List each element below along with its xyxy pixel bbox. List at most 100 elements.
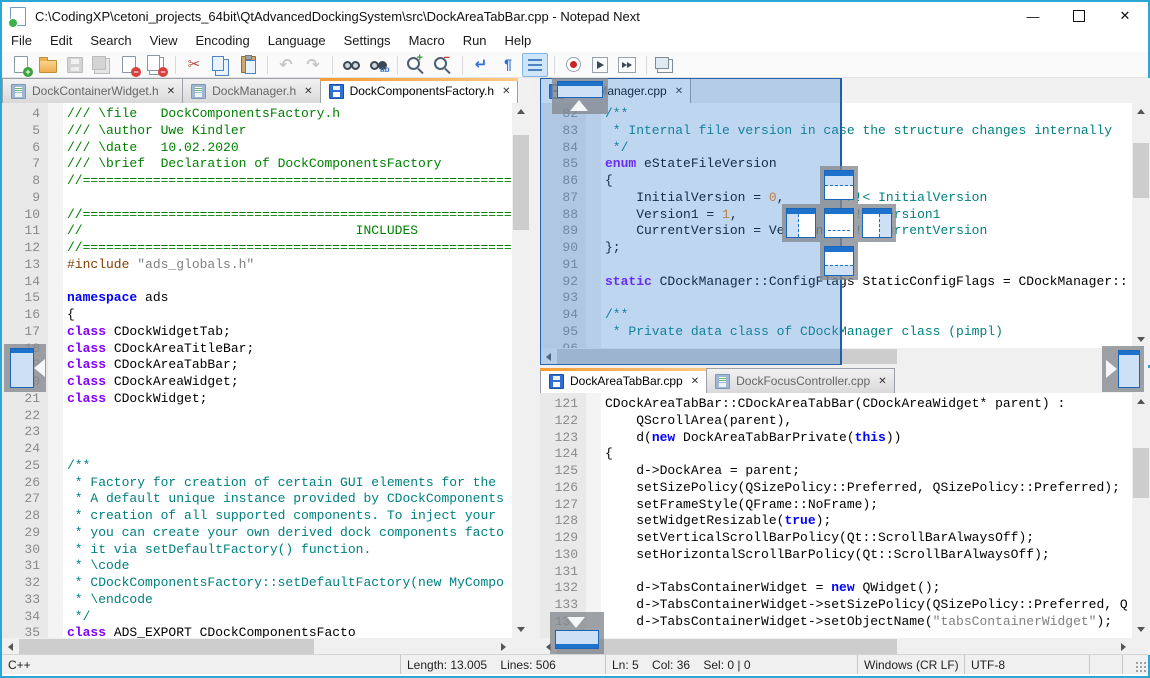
save-copy-as-button[interactable] [89, 53, 115, 77]
close-button[interactable]: ✕ [1102, 2, 1148, 30]
fold-collapse-icon[interactable]: − [50, 310, 61, 321]
menu-macro[interactable]: Macro [400, 30, 454, 52]
macro-run-multiple-button[interactable] [614, 53, 640, 77]
show-indent-guide-button[interactable] [522, 53, 548, 77]
paste-button[interactable] [235, 53, 261, 77]
scroll-down-arrow[interactable] [1132, 621, 1149, 638]
scrollbar-thumb[interactable] [19, 639, 314, 654]
status-extra [1089, 655, 1122, 674]
fold-line [55, 625, 56, 638]
drop-center-indicator[interactable] [824, 208, 854, 238]
save-file-button[interactable] [62, 53, 88, 77]
tab-dockcomponentsfactory-h[interactable]: DockComponentsFactory.h✕ [320, 78, 519, 103]
line-number: 4 [2, 106, 48, 123]
code-editor-left[interactable]: 4/// \file DockComponentsFactory.h5/// \… [2, 103, 512, 638]
vertical-scrollbar-top-right[interactable] [1132, 103, 1150, 348]
find-button[interactable] [338, 53, 364, 77]
scroll-left-arrow[interactable] [2, 638, 19, 655]
cut-button[interactable] [181, 53, 207, 77]
scroll-up-arrow[interactable] [1132, 393, 1149, 410]
fold-line [55, 441, 56, 458]
macro-record-button[interactable] [560, 53, 586, 77]
scrollbar-thumb[interactable] [1133, 448, 1149, 498]
drop-edge-bottom-indicator[interactable] [555, 630, 599, 649]
maximize-button[interactable] [1056, 2, 1102, 30]
vertical-scrollbar-bottom-right[interactable] [1132, 393, 1150, 638]
save-icon [11, 84, 26, 99]
close-file-button[interactable]: − [116, 53, 142, 77]
drop-edge-top-indicator[interactable] [557, 81, 603, 98]
scrollbar-corner [512, 638, 530, 655]
code-line: 122 QScrollArea(parent), [540, 413, 1132, 430]
tab-close-icon[interactable]: ✕ [167, 86, 175, 97]
drop-right-indicator[interactable] [862, 208, 892, 238]
line-number: 23 [2, 424, 48, 441]
scrollbar-thumb[interactable] [1133, 143, 1149, 198]
macro-playback-button[interactable] [587, 53, 613, 77]
code-line: 128 setWidgetResizable(true); [540, 513, 1132, 530]
menu-language[interactable]: Language [259, 30, 335, 52]
resize-grip[interactable] [1136, 662, 1146, 672]
scroll-up-arrow[interactable] [1132, 103, 1149, 120]
code-editor-bottom-right[interactable]: 121CDockAreaTabBar::CDockAreaTabBar(CDoc… [540, 393, 1132, 638]
drop-top-indicator[interactable] [824, 170, 854, 200]
horizontal-scrollbar-left[interactable] [2, 638, 512, 655]
minimize-button[interactable]: — [1010, 2, 1056, 30]
toolbar: + −− [2, 52, 1148, 78]
replace-button[interactable] [365, 53, 391, 77]
code-text [63, 274, 67, 291]
tab-dockmanager-h[interactable]: DockManager.h✕ [182, 78, 320, 103]
menu-edit[interactable]: Edit [41, 30, 81, 52]
status-eol-format: Windows (CR LF) [857, 655, 964, 674]
line-number: 12 [2, 240, 48, 257]
menu-settings[interactable]: Settings [335, 30, 400, 52]
redo-button[interactable] [300, 53, 326, 77]
open-file-button[interactable] [35, 53, 61, 77]
tab-close-icon[interactable]: ✕ [304, 86, 312, 97]
vertical-scrollbar-left[interactable] [512, 103, 530, 638]
menu-view[interactable]: View [141, 30, 187, 52]
drop-bottom-indicator[interactable] [824, 246, 854, 276]
scroll-right-arrow[interactable] [1115, 638, 1132, 655]
scrollbar-thumb[interactable] [513, 135, 529, 230]
tab-dockfocuscontroller-cpp[interactable]: DockFocusController.cpp✕ [706, 368, 894, 393]
show-all-characters-button[interactable] [495, 53, 521, 77]
scroll-down-arrow[interactable] [512, 621, 529, 638]
fold-collapse-icon[interactable]: − [588, 449, 599, 460]
title-bar[interactable]: C:\CodingXP\cetoni_projects_64bit\QtAdva… [2, 2, 1148, 30]
fold-margin [586, 580, 601, 597]
menu-run[interactable]: Run [454, 30, 496, 52]
scroll-up-arrow[interactable] [512, 103, 529, 120]
new-file-button[interactable]: + [8, 53, 34, 77]
macro-run-multiple-icon [618, 57, 636, 73]
scrollbar-thumb[interactable] [557, 639, 897, 654]
undo-button[interactable] [273, 53, 299, 77]
menu-encoding[interactable]: Encoding [187, 30, 259, 52]
fold-line [55, 558, 56, 575]
horizontal-scrollbar-bottom-right[interactable] [540, 638, 1132, 655]
tab-close-icon[interactable]: ✕ [502, 86, 510, 97]
drop-left-indicator[interactable] [786, 208, 816, 238]
word-wrap-button[interactable] [468, 53, 494, 77]
fold-line [55, 391, 56, 408]
code-line: 18class CDockAreaTitleBar; [2, 341, 512, 358]
close-all-files-button[interactable]: − [143, 53, 169, 77]
tab-dockcontainerwidget-h[interactable]: DockContainerWidget.h✕ [2, 78, 183, 103]
fold-margin [48, 475, 63, 492]
tab-close-icon[interactable]: ✕ [878, 376, 886, 387]
window-list-button[interactable] [652, 53, 678, 77]
tab-dockareatabbar-cpp[interactable]: DockAreaTabBar.cpp ✕ [540, 368, 707, 393]
tab-label: DockAreaTabBar.cpp [570, 374, 683, 388]
tab-close-icon[interactable]: ✕ [691, 376, 699, 387]
menu-file[interactable]: File [2, 30, 41, 52]
copy-button[interactable] [208, 53, 234, 77]
line-number: 130 [540, 547, 586, 564]
fold-margin: − [48, 307, 63, 324]
zoom-in-button[interactable] [403, 53, 429, 77]
menu-search[interactable]: Search [81, 30, 140, 52]
drop-edge-left-indicator[interactable] [10, 348, 34, 388]
menu-help[interactable]: Help [496, 30, 541, 52]
scroll-right-arrow[interactable] [495, 638, 512, 655]
drop-edge-right-indicator[interactable] [1118, 350, 1140, 388]
zoom-out-button[interactable] [430, 53, 456, 77]
